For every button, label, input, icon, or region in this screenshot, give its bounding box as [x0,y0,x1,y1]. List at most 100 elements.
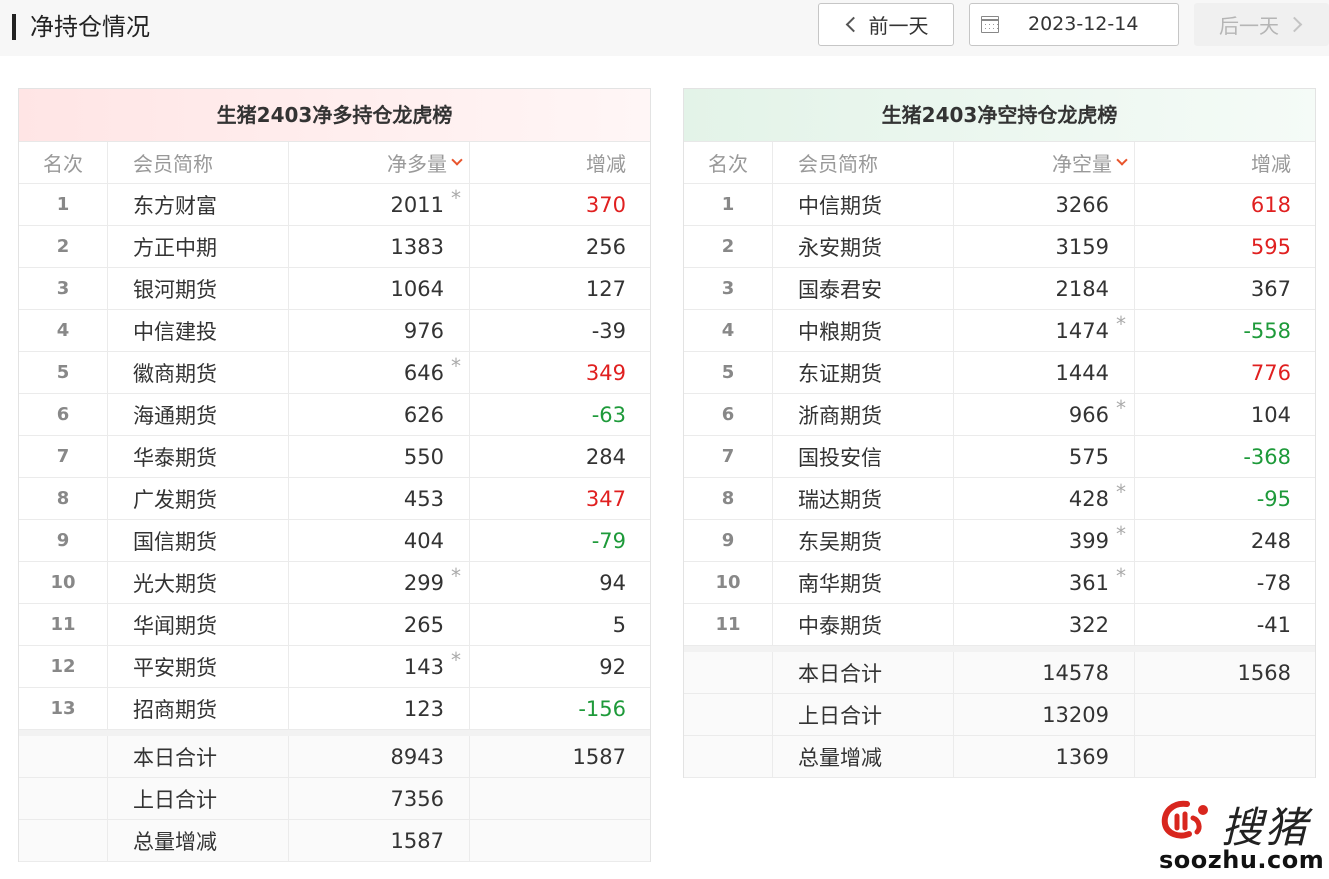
summary-label: 总量增减 [108,820,289,861]
summary-blank-cell [684,736,773,777]
table-row: 9 东吴期货 399 * 248 [684,520,1315,562]
net-long-amount-cell: 123 [289,688,470,729]
amount-value: 3159 [1055,234,1109,259]
net-short-amount-cell: 428 * [954,478,1135,519]
member-name-cell[interactable]: 中信建投 [108,310,289,351]
member-name-cell[interactable]: 徽商期货 [108,352,289,393]
table-row: 11 中泰期货 322 -41 [684,604,1315,646]
table-row: 12 平安期货 143 * 92 [19,646,650,688]
table-row: 6 浙商期货 966 * 104 [684,394,1315,436]
sort-desc-icon [451,154,463,166]
rank-cell: 3 [684,268,773,309]
member-name-cell[interactable]: 南华期货 [773,562,954,603]
member-name-cell[interactable]: 海通期货 [108,394,289,435]
summary-label: 上日合计 [108,778,289,819]
net-long-amount-cell: 626 [289,394,470,435]
summary-label: 总量增减 [773,736,954,777]
member-name-cell[interactable]: 广发期货 [108,478,289,519]
change-cell: 367 [1250,276,1291,301]
member-name-cell[interactable]: 华闻期货 [108,604,289,645]
summary-change [1135,694,1315,735]
next-day-button[interactable]: 后一天 [1194,3,1329,46]
member-name-cell[interactable]: 东吴期货 [773,520,954,561]
change-cell: 776 [1250,360,1291,385]
member-name-cell[interactable]: 银河期货 [108,268,289,309]
net-long-title: 生猪2403净多持仓龙虎榜 [19,89,650,142]
table-row: 9 国信期货 404 -79 [19,520,650,562]
rank-cell: 8 [684,478,773,519]
net-short-amount-cell: 3159 [954,226,1135,267]
member-name-cell[interactable]: 方正中期 [108,226,289,267]
amount-value: 626 [403,402,444,427]
chevron-left-icon [845,16,861,33]
soozhu-watermark: 搜猪 soozhu.com [1153,794,1325,874]
rank-cell: 5 [19,352,108,393]
member-name-cell[interactable]: 招商期货 [108,688,289,729]
rank-cell: 3 [19,268,108,309]
amount-value: 2184 [1055,276,1109,301]
table-row: 5 徽商期货 646 * 349 [19,352,650,394]
net-short-title: 生猪2403净空持仓龙虎榜 [684,89,1315,142]
summary-amount: 13209 [954,694,1135,735]
watermark-domain: soozhu.com [1159,846,1325,874]
amount-value: 361 [1068,570,1109,595]
col-net-short-header[interactable]: 净空量 [954,142,1135,183]
member-name-cell[interactable]: 国投安信 [773,436,954,477]
rank-cell: 13 [19,688,108,729]
summary-blank-cell [19,778,108,819]
summary-amount: 1587 [289,820,470,861]
member-name-cell[interactable]: 光大期货 [108,562,289,603]
net-long-amount-cell: 453 [289,478,470,519]
net-long-amount-cell: 1383 [289,226,470,267]
star-icon: * [451,186,461,210]
summary-blank-cell [684,694,773,735]
table-row: 4 中粮期货 1474 * -558 [684,310,1315,352]
net-short-rows: 1 中信期货 3266 618 2 永安期货 3159 595 3 国泰君安 2184 367 4 中粮期… [684,184,1315,646]
col-net-short-label: 净空量 [1052,152,1112,176]
member-name-cell[interactable]: 浙商期货 [773,394,954,435]
member-name-cell[interactable]: 中粮期货 [773,310,954,351]
prev-day-button[interactable]: 前一天 [818,3,954,46]
change-cell: 618 [1250,192,1291,217]
net-long-amount-cell: 2011 * [289,184,470,225]
member-name-cell[interactable]: 东方财富 [108,184,289,225]
net-long-amount-cell: 143 * [289,646,470,687]
col-rank-header: 名次 [684,142,773,183]
col-net-long-header[interactable]: 净多量 [289,142,470,183]
table-row: 1 东方财富 2011 * 370 [19,184,650,226]
member-name-cell[interactable]: 中信期货 [773,184,954,225]
member-name-cell[interactable]: 国信期货 [108,520,289,561]
rank-cell: 1 [684,184,773,225]
member-name-cell[interactable]: 东证期货 [773,352,954,393]
member-name-cell[interactable]: 瑞达期货 [773,478,954,519]
rank-cell: 7 [684,436,773,477]
table-row: 3 银河期货 1064 127 [19,268,650,310]
amount-value: 404 [403,528,444,553]
amount-value: 1383 [390,234,444,259]
table-row: 4 中信建投 976 -39 [19,310,650,352]
member-name-cell[interactable]: 平安期货 [108,646,289,687]
change-cell: -79 [591,528,626,553]
amount-value: 428 [1068,486,1109,511]
member-name-cell[interactable]: 国泰君安 [773,268,954,309]
star-icon: * [451,648,461,672]
change-cell: -558 [1243,318,1291,343]
title-accent-bar [12,14,16,40]
table-row: 3 国泰君安 2184 367 [684,268,1315,310]
change-cell: 127 [585,276,626,301]
change-cell: 595 [1250,234,1291,259]
change-cell: 5 [612,612,626,637]
amount-value: 646 [403,360,444,385]
member-name-cell[interactable]: 中泰期货 [773,604,954,645]
star-icon: * [1116,564,1126,588]
table-row: 10 光大期货 299 * 94 [19,562,650,604]
member-name-cell[interactable]: 永安期货 [773,226,954,267]
amount-value: 2011 [390,192,444,217]
date-picker[interactable]: 2023-12-14 [969,3,1179,46]
member-name-cell[interactable]: 华泰期货 [108,436,289,477]
summary-change [470,820,650,861]
rank-cell: 11 [684,604,773,645]
summary-change: 1568 [1237,660,1291,685]
net-short-amount-cell: 1474 * [954,310,1135,351]
change-cell: 248 [1250,528,1291,553]
